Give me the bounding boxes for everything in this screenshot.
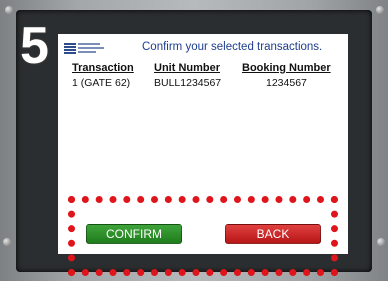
screw-icon	[5, 6, 13, 14]
screw-icon	[3, 238, 11, 246]
column-header-transaction: Transaction	[72, 62, 134, 74]
cell-transaction: 1 (GATE 62)	[72, 77, 131, 89]
screen-header: Confirm your selected transactions.	[58, 34, 348, 60]
screw-icon	[377, 238, 385, 246]
column-header-unit-number: Unit Number	[154, 62, 220, 74]
highlight-frame	[68, 196, 338, 276]
screen-title: Confirm your selected transactions.	[142, 41, 323, 53]
cell-unit-number: BULL1234567	[154, 77, 222, 89]
step-number: 5	[20, 17, 49, 75]
port-authority-logo-icon	[64, 43, 104, 58]
screw-icon	[376, 6, 384, 14]
cell-booking-number: 1234567	[266, 77, 307, 89]
column-header-booking-number: Booking Number	[242, 62, 331, 74]
